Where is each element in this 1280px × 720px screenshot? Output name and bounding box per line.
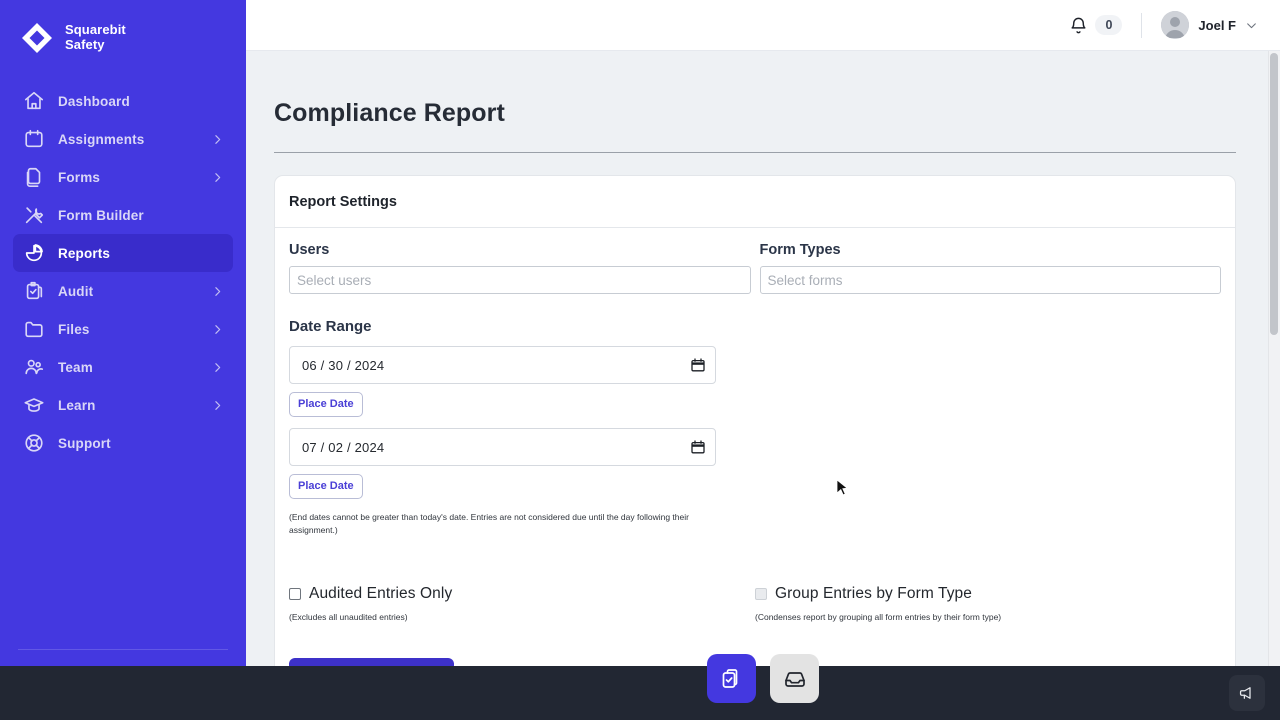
brand-logo[interactable]: Squarebit Safety <box>0 0 246 62</box>
sidebar-nav: Dashboard Assignments Forms Form Builder… <box>0 82 246 649</box>
chevron-right-icon <box>211 323 224 336</box>
end-date-value: 07 / 02 / 2024 <box>302 439 385 455</box>
sidebar-item-reports[interactable]: Reports <box>13 234 233 272</box>
group-entries-label: Group Entries by Form Type <box>775 584 973 602</box>
dock-inbox-button[interactable] <box>770 654 819 703</box>
vertical-scrollbar-thumb[interactable] <box>1270 53 1278 335</box>
sidebar-item-label: Dashboard <box>58 93 130 109</box>
date-range-label: Date Range <box>289 318 372 335</box>
sidebar: Squarebit Safety Dashboard Assignments F… <box>0 0 246 720</box>
calendar-picker-icon[interactable] <box>691 440 705 454</box>
dock-clipboard-button[interactable] <box>707 654 756 703</box>
users-field-group: Users <box>289 228 751 294</box>
dock-buttons <box>707 654 819 703</box>
chevron-right-icon <box>211 399 224 412</box>
group-entries-note: (Condenses report by grouping all form e… <box>755 611 1002 622</box>
audited-entries-label: Audited Entries Only <box>309 584 453 602</box>
diamond-logo-icon <box>20 21 54 55</box>
sidebar-item-audit[interactable]: Audit <box>13 272 233 310</box>
sidebar-item-assignments[interactable]: Assignments <box>13 120 233 158</box>
sidebar-item-label: Audit <box>58 283 94 299</box>
form-types-input[interactable] <box>759 266 1221 294</box>
main-content: Compliance Report Report Settings Users … <box>246 51 1270 720</box>
audited-entries-group: Audited Entries Only (Excludes all unaud… <box>289 585 755 622</box>
chevron-right-icon <box>211 171 224 184</box>
pie-chart-icon <box>23 242 45 264</box>
folder-icon <box>23 318 45 340</box>
place-date-button-end[interactable]: Place Date <box>289 474 363 499</box>
chevron-right-icon <box>211 133 224 146</box>
sidebar-item-dashboard[interactable]: Dashboard <box>13 82 233 120</box>
sidebar-item-forms[interactable]: Forms <box>13 158 233 196</box>
group-entries-group: Group Entries by Form Type (Condenses re… <box>755 585 1221 622</box>
people-icon <box>23 356 45 378</box>
brand-line-1: Squarebit <box>65 22 126 38</box>
sidebar-item-label: Learn <box>58 397 96 413</box>
user-name: Joel F <box>1198 17 1236 33</box>
lifebuoy-icon <box>23 432 45 454</box>
bell-icon[interactable] <box>1069 16 1088 35</box>
checkbox-box-icon[interactable] <box>755 587 767 600</box>
users-formtypes-row: Users Form Types <box>275 228 1235 294</box>
clipboard-copy-icon <box>720 667 744 691</box>
place-date-button-start[interactable]: Place Date <box>289 392 363 417</box>
user-menu[interactable]: Joel F <box>1161 11 1258 39</box>
audited-entries-only-checkbox[interactable]: Audited Entries Only <box>289 585 755 603</box>
user-avatar-icon <box>1161 11 1190 39</box>
notification-count-badge: 0 <box>1095 15 1123 35</box>
inbox-tray-icon <box>783 667 807 691</box>
documents-icon <box>23 166 45 188</box>
audited-entries-note: (Excludes all unaudited entries) <box>289 611 408 622</box>
report-settings-card: Report Settings Users Form Types Date Ra… <box>274 175 1236 710</box>
chevron-right-icon <box>211 285 224 298</box>
end-date-input[interactable]: 07 / 02 / 2024 <box>289 428 716 466</box>
users-label: Users <box>289 242 330 258</box>
home-icon <box>23 90 45 112</box>
card-title: Report Settings <box>289 194 397 210</box>
date-range-block: 06 / 30 / 2024 Place Date 07 / 02 / 2024… <box>275 346 716 499</box>
group-entries-by-form-type-checkbox[interactable]: Group Entries by Form Type <box>755 585 1221 603</box>
clipboard-check-icon <box>23 280 45 302</box>
calendar-icon <box>23 128 45 150</box>
users-input[interactable] <box>289 266 751 294</box>
sidebar-item-label: Form Builder <box>58 207 144 223</box>
sidebar-item-label: Team <box>58 359 93 375</box>
notifications[interactable]: 0 <box>1069 15 1123 35</box>
graduation-cap-icon <box>23 394 45 416</box>
bottom-dock-bar <box>0 666 1280 720</box>
sidebar-item-support[interactable]: Support <box>13 424 233 462</box>
megaphone-icon <box>1238 684 1256 702</box>
sidebar-item-team[interactable]: Team <box>13 348 233 386</box>
form-types-field-group: Form Types <box>759 228 1221 294</box>
tools-icon <box>23 204 45 226</box>
app-root: Squarebit Safety Dashboard Assignments F… <box>0 0 1280 720</box>
title-divider <box>274 152 1236 153</box>
sidebar-item-learn[interactable]: Learn <box>13 386 233 424</box>
sidebar-item-label: Reports <box>58 245 111 261</box>
page-title: Compliance Report <box>274 99 505 127</box>
start-date-input[interactable]: 06 / 30 / 2024 <box>289 346 716 384</box>
checkbox-row: Audited Entries Only (Excludes all unaud… <box>275 537 1235 622</box>
checkbox-box-icon[interactable] <box>289 587 301 600</box>
calendar-picker-icon[interactable] <box>691 358 705 372</box>
chevron-right-icon <box>211 361 224 374</box>
date-range-note: (End dates cannot be greater than today'… <box>289 512 689 535</box>
top-header: 0 Joel F <box>246 0 1280 51</box>
sidebar-item-label: Assignments <box>58 131 145 147</box>
sidebar-item-form-builder[interactable]: Form Builder <box>13 196 233 234</box>
sidebar-item-files[interactable]: Files <box>13 310 233 348</box>
sidebar-item-label: Files <box>58 321 90 337</box>
start-date-value: 06 / 30 / 2024 <box>302 357 385 373</box>
form-types-label: Form Types <box>759 242 841 258</box>
brand-name: Squarebit Safety <box>65 22 126 53</box>
sidebar-item-label: Forms <box>58 169 101 185</box>
header-divider <box>1141 12 1143 38</box>
sidebar-item-label: Support <box>58 435 111 451</box>
chevron-down-icon[interactable] <box>1245 19 1258 32</box>
brand-line-2: Safety <box>65 37 105 52</box>
dock-announcement-button[interactable] <box>1229 675 1265 711</box>
